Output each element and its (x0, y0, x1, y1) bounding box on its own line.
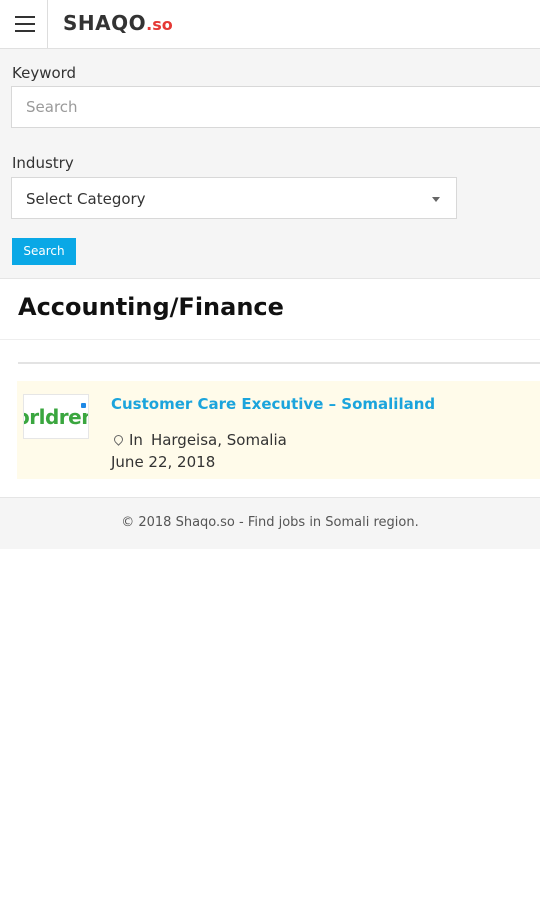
list-divider (18, 362, 540, 364)
page-title: Accounting/Finance (18, 293, 284, 321)
logo-tld: .so (146, 15, 173, 34)
keyword-label: Keyword (12, 64, 77, 82)
job-location: In Hargeisa, Somalia (111, 431, 287, 449)
industry-select[interactable]: Select Category (11, 177, 457, 219)
location-value: Hargeisa, Somalia (150, 431, 287, 449)
job-list-item[interactable]: orldren Customer Care Executive – Somali… (17, 381, 540, 479)
site-logo[interactable]: SHAQO.so (63, 11, 173, 35)
keyword-search-input[interactable] (11, 86, 540, 128)
footer-text: © 2018 Shaqo.so - Find jobs in Somali re… (121, 515, 419, 530)
company-logo-text: orldren (24, 405, 88, 429)
search-panel: Keyword Industry Select Category Search (0, 49, 540, 279)
dropdown-caret-icon (432, 197, 440, 202)
job-date: June 22, 2018 (111, 453, 216, 471)
industry-label: Industry (12, 154, 74, 172)
hamburger-menu-icon[interactable] (0, 0, 48, 48)
location-prefix: In (129, 431, 143, 449)
footer: © 2018 Shaqo.so - Find jobs in Somali re… (0, 497, 540, 549)
job-title-link[interactable]: Customer Care Executive – Somaliland (111, 395, 435, 413)
logo-text: SHAQO (63, 11, 147, 35)
section-divider (0, 339, 540, 340)
search-button[interactable]: Search (12, 238, 76, 265)
company-logo-mark (81, 403, 86, 408)
company-logo[interactable]: orldren (23, 394, 89, 439)
location-pin-icon (112, 433, 125, 446)
top-app-bar: SHAQO.so (0, 0, 540, 49)
industry-select-value: Select Category (26, 190, 146, 208)
